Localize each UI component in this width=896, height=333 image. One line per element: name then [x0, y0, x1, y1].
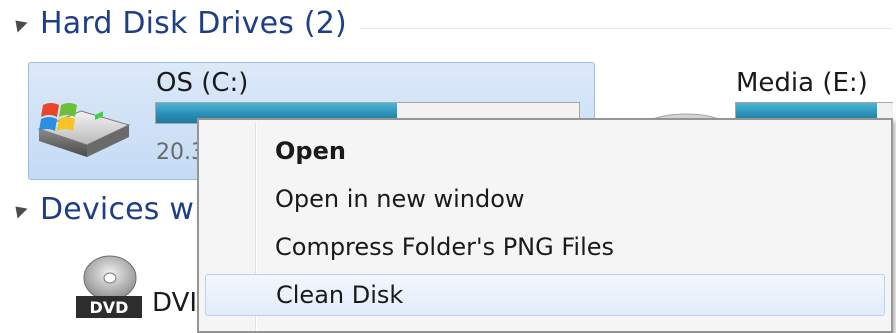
- menu-item-open-in-new-window[interactable]: Open in new window: [205, 178, 885, 220]
- explorer-window: Hard Disk Drives (2) OS (C:) 20.3 Media …: [0, 0, 896, 333]
- hard-drive-windows-icon: [37, 103, 131, 157]
- drive-name: Media (E:): [736, 68, 868, 98]
- collapse-triangle-icon[interactable]: [10, 201, 28, 218]
- dvd-drive-label[interactable]: DVI: [152, 288, 197, 318]
- drive-name: OS (C:): [156, 68, 249, 98]
- collapse-triangle-icon[interactable]: [10, 15, 28, 32]
- group-divider: [360, 28, 892, 29]
- group-header-label: Hard Disk Drives (2): [40, 6, 347, 41]
- menu-item-clean-disk[interactable]: Clean Disk: [205, 274, 885, 316]
- menu-item-open[interactable]: Open: [205, 130, 885, 172]
- dvd-logo-text: DVD: [90, 298, 129, 317]
- dvd-drive-icon: DVD: [76, 255, 142, 318]
- group-header-hard-disk-drives[interactable]: Hard Disk Drives (2): [10, 6, 347, 41]
- menu-item-compress-pngs[interactable]: Compress Folder's PNG Files: [205, 226, 885, 268]
- group-header-removable-devices[interactable]: Devices wi: [10, 192, 203, 227]
- context-menu: Open Open in new window Compress Folder'…: [197, 118, 893, 333]
- group-header-label: Devices wi: [40, 192, 203, 227]
